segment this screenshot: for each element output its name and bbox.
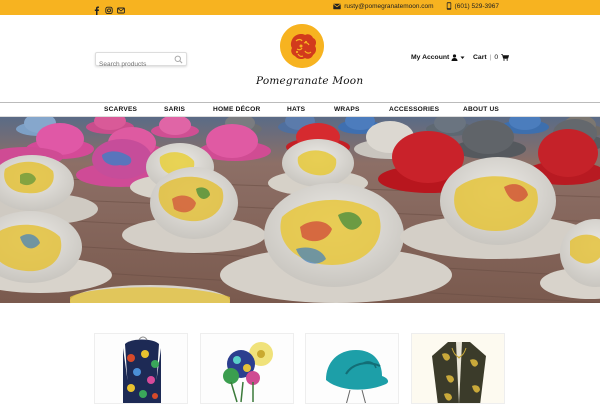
phone-contact[interactable]: (601) 529-3967 [446,2,499,10]
teal-hat-product-image [306,334,398,403]
featured-products [0,303,600,404]
contact-info: rusty@pomegranatemoon.com (601) 529-3967 [333,2,499,10]
brand-logo[interactable]: Pomegranate Moon [256,23,364,103]
nav-item-wraps[interactable]: WRAPS [334,106,360,113]
search-input[interactable] [96,58,172,71]
search-icon[interactable] [174,55,183,64]
envelope-icon[interactable] [117,2,125,14]
caret-down-icon [460,56,465,59]
scarf-product-image [95,334,187,403]
facebook-icon[interactable] [93,2,100,15]
user-icon [451,54,458,61]
kimono-wrap-product-image [412,334,504,403]
shopping-cart-icon [501,54,510,61]
nav-item-scarves[interactable]: SCARVES [104,106,137,113]
product-card-felt-flowers[interactable] [200,333,294,404]
brand-wordmark: Pomegranate Moon [256,75,364,87]
hero-banner-image [0,117,600,303]
nav-item-hats[interactable]: HATS [287,106,305,113]
cart-divider: | [489,54,492,61]
my-account-menu[interactable]: My Account [411,54,465,61]
product-card-kimono-wrap[interactable] [411,333,505,404]
cart-count: 0 [494,54,499,61]
account-label: My Account [411,54,450,61]
nav-item-saris[interactable]: SARIS [164,106,185,113]
site-header: Pomegranate Moon My Account Cart | 0 [0,15,600,102]
cart-label: Cart [473,54,487,61]
product-card-teal-hat[interactable] [305,333,399,404]
email-text: rusty@pomegranatemoon.com [344,2,434,10]
instagram-icon[interactable] [105,2,113,15]
phone-icon [446,2,451,10]
felt-flowers-product-image [201,334,293,403]
cart-link[interactable]: Cart | 0 [473,54,510,61]
nav-item-home-decor[interactable]: HOME DÉCOR [213,106,260,113]
main-navigation: SCARVES SARIS HOME DÉCOR HATS WRAPS ACCE… [0,102,600,117]
phone-text: (601) 529-3967 [454,2,499,10]
nav-item-accessories[interactable]: ACCESSORIES [389,106,439,113]
email-contact[interactable]: rusty@pomegranatemoon.com [333,2,434,10]
search-box [95,52,187,71]
social-links [93,2,125,15]
nav-item-about-us[interactable]: ABOUT US [463,106,499,113]
envelope-icon [333,3,341,9]
top-bar: rusty@pomegranatemoon.com (601) 529-3967 [0,0,600,15]
pomegranate-logo-icon [280,24,324,68]
product-card-scarf[interactable] [94,333,188,404]
